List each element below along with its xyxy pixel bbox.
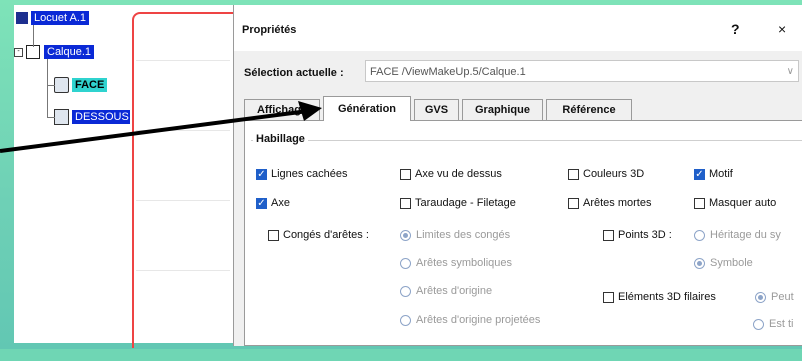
specification-tree: Locuet A.1 - Calque.1 FACE DESSOUS <box>14 5 136 343</box>
radio-icon <box>400 285 411 297</box>
expand-minus-icon[interactable]: - <box>14 47 23 57</box>
check-icon: ✓ <box>694 168 705 180</box>
tab-graphique[interactable]: Graphique <box>462 99 543 120</box>
tab-affichage[interactable]: Affichage <box>244 99 320 120</box>
tab-reference[interactable]: Référence <box>546 99 632 120</box>
couleurs-3d-checkbox[interactable]: Couleurs 3D <box>568 168 644 180</box>
axe-label: Axe <box>271 197 290 209</box>
tree-connector <box>33 25 34 47</box>
tree-dessous-label[interactable]: DESSOUS <box>72 110 132 124</box>
masquer-auto-checkbox[interactable]: Masquer auto <box>694 197 776 209</box>
conges-aretes-label: Congés d'arêtes : <box>283 229 369 241</box>
dialog-titlebar[interactable]: Propriétés ? × <box>234 5 802 51</box>
couleurs-3d-label: Couleurs 3D <box>583 168 645 180</box>
est-radio[interactable]: Est ti <box>753 318 793 330</box>
limites-conges-radio[interactable]: Limites des congés <box>400 229 510 241</box>
aretes-mortes-checkbox[interactable]: Arêtes mortes <box>568 197 651 209</box>
tree-calque-label[interactable]: Calque.1 <box>44 45 95 59</box>
limites-conges-label: Limites des congés <box>416 229 511 241</box>
radio-icon <box>400 257 411 269</box>
tree-root-node[interactable]: Locuet A.1 <box>16 11 89 25</box>
chevron-down-icon[interactable]: ∨ <box>787 61 794 83</box>
view-icon <box>54 77 69 93</box>
checkbox-box <box>603 291 614 303</box>
points-3d-label: Points 3D : <box>618 229 672 241</box>
generation-panel: Habillage ✓ Lignes cachées Axe vu de des… <box>244 120 802 346</box>
heritage-label: Héritage du sy <box>710 229 781 241</box>
checkbox-box <box>568 168 579 180</box>
group-title: Habillage <box>253 133 308 145</box>
aretes-symboliques-radio[interactable]: Arêtes symboliques <box>400 257 512 269</box>
check-icon: ✓ <box>256 168 267 180</box>
radio-icon <box>755 291 766 303</box>
axe-vu-dessus-checkbox[interactable]: Axe vu de dessus <box>400 168 502 180</box>
tab-generation[interactable]: Génération <box>323 96 411 121</box>
tree-face-node[interactable]: FACE <box>54 77 108 93</box>
checkbox-box <box>400 168 411 180</box>
tree-dessous-node[interactable]: DESSOUS <box>54 109 132 125</box>
peut-label: Peut <box>771 291 794 303</box>
check-icon: ✓ <box>256 197 267 209</box>
radio-icon <box>400 229 411 241</box>
conges-aretes-checkbox[interactable]: Congés d'arêtes : <box>268 229 369 241</box>
checkbox-box <box>694 197 705 209</box>
peut-radio[interactable]: Peut <box>755 291 794 303</box>
aretes-origine-proj-radio[interactable]: Arêtes d'origine projetées <box>400 314 540 326</box>
tree-connector <box>47 117 55 118</box>
aretes-origine-radio[interactable]: Arêtes d'origine <box>400 285 492 297</box>
axe-checkbox[interactable]: ✓ Axe <box>256 197 290 209</box>
checkbox-box <box>568 197 579 209</box>
selection-value: FACE /ViewMakeUp.5/Calque.1 <box>370 66 526 78</box>
heritage-radio[interactable]: Héritage du sy <box>694 229 781 241</box>
aretes-mortes-label: Arêtes mortes <box>583 197 652 209</box>
radio-icon <box>694 257 705 269</box>
aretes-origine-proj-label: Arêtes d'origine projetées <box>416 314 541 326</box>
tab-gvs[interactable]: GVS <box>414 99 459 120</box>
close-button[interactable]: × <box>778 21 786 37</box>
taraudage-label: Taraudage - Filetage <box>415 197 516 209</box>
checkbox-box <box>400 197 411 209</box>
tree-calque-node[interactable]: - Calque.1 <box>14 45 95 59</box>
elements-3d-checkbox[interactable]: Eléments 3D filaires <box>603 291 716 303</box>
symbole-radio[interactable]: Symbole <box>694 257 753 269</box>
radio-icon <box>400 314 411 326</box>
tree-connector <box>47 85 55 86</box>
motif-label: Motif <box>709 168 733 180</box>
tree-face-label[interactable]: FACE <box>72 78 108 92</box>
elements-3d-label: Eléments 3D filaires <box>618 291 716 303</box>
taraudage-checkbox[interactable]: Taraudage - Filetage <box>400 197 516 209</box>
radio-icon <box>694 229 705 241</box>
axe-vu-dessus-label: Axe vu de dessus <box>415 168 502 180</box>
masquer-auto-label: Masquer auto <box>709 197 777 209</box>
checkbox-box <box>603 229 614 241</box>
motif-checkbox[interactable]: ✓ Motif <box>694 168 733 180</box>
aretes-origine-label: Arêtes d'origine <box>416 285 493 297</box>
tree-root-label[interactable]: Locuet A.1 <box>31 11 89 25</box>
symbole-label: Symbole <box>710 257 753 269</box>
selection-label: Sélection actuelle : <box>244 67 344 79</box>
checkbox-box <box>268 229 279 241</box>
est-label: Est ti <box>769 318 794 330</box>
tree-connector <box>47 59 48 117</box>
aretes-symboliques-label: Arêtes symboliques <box>416 257 512 269</box>
sheet-icon <box>16 12 28 24</box>
properties-dialog: Propriétés ? × Sélection actuelle : FACE… <box>233 5 802 346</box>
drawing-frame <box>132 12 234 348</box>
layer-icon <box>26 45 40 59</box>
radio-icon <box>753 318 764 330</box>
view-icon <box>54 109 69 125</box>
lignes-cachees-label: Lignes cachées <box>271 168 348 180</box>
points-3d-checkbox[interactable]: Points 3D : <box>603 229 672 241</box>
dialog-title: Propriétés <box>242 24 297 36</box>
help-button[interactable]: ? <box>731 21 740 37</box>
lignes-cachees-checkbox[interactable]: ✓ Lignes cachées <box>256 168 347 180</box>
selection-dropdown[interactable]: FACE /ViewMakeUp.5/Calque.1 ∨ <box>365 60 799 82</box>
